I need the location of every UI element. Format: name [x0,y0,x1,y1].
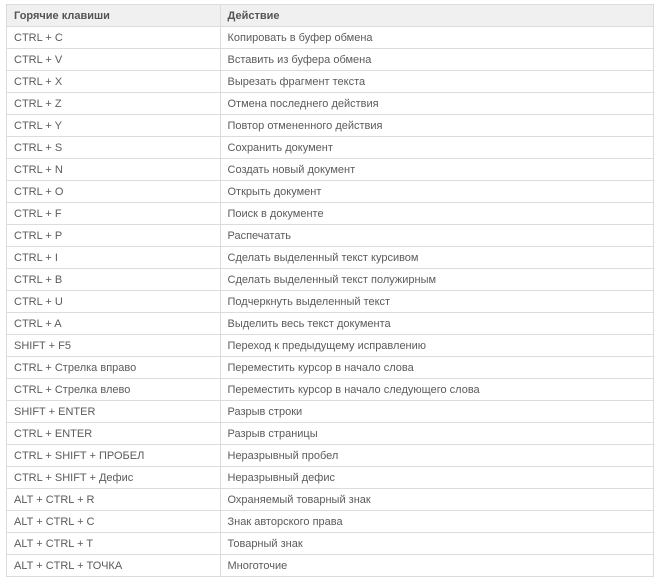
table-row: CTRL + SHIFT + ДефисНеразрывный дефис [7,467,654,489]
action-cell: Разрыв страницы [220,423,654,445]
table-header-row: Горячие клавиши Действие [7,5,654,27]
table-row: CTRL + AВыделить весь текст документа [7,313,654,335]
action-cell: Переход к предыдущему исправлению [220,335,654,357]
hotkey-cell: CTRL + I [7,247,221,269]
hotkey-cell: CTRL + X [7,71,221,93]
table-row: ALT + CTRL + CЗнак авторского права [7,511,654,533]
hotkey-cell: SHIFT + F5 [7,335,221,357]
action-cell: Распечатать [220,225,654,247]
hotkey-cell: CTRL + U [7,291,221,313]
action-cell: Переместить курсор в начало следующего с… [220,379,654,401]
table-row: CTRL + SHIFT + ПРОБЕЛНеразрывный пробел [7,445,654,467]
hotkey-cell: CTRL + N [7,159,221,181]
table-row: CTRL + IСделать выделенный текст курсиво… [7,247,654,269]
hotkey-cell: CTRL + C [7,27,221,49]
hotkey-cell: CTRL + Стрелка влево [7,379,221,401]
action-cell: Вырезать фрагмент текста [220,71,654,93]
table-row: CTRL + SСохранить документ [7,137,654,159]
action-cell: Знак авторского права [220,511,654,533]
hotkey-cell: CTRL + ENTER [7,423,221,445]
table-row: CTRL + PРаспечатать [7,225,654,247]
hotkey-cell: CTRL + F [7,203,221,225]
hotkey-cell: ALT + CTRL + ТОЧКА [7,555,221,577]
action-cell: Поиск в документе [220,203,654,225]
action-cell: Сохранить документ [220,137,654,159]
action-header: Действие [220,5,654,27]
table-row: CTRL + ENTERРазрыв страницы [7,423,654,445]
hotkey-cell: CTRL + S [7,137,221,159]
hotkey-cell: CTRL + P [7,225,221,247]
hotkey-cell: CTRL + Z [7,93,221,115]
action-cell: Вставить из буфера обмена [220,49,654,71]
action-cell: Сделать выделенный текст полужирным [220,269,654,291]
action-cell: Копировать в буфер обмена [220,27,654,49]
hotkey-cell: CTRL + A [7,313,221,335]
table-row: CTRL + XВырезать фрагмент текста [7,71,654,93]
action-cell: Повтор отмененного действия [220,115,654,137]
action-cell: Многоточие [220,555,654,577]
table-row: CTRL + OОткрыть документ [7,181,654,203]
action-cell: Неразрывный пробел [220,445,654,467]
action-cell: Разрыв строки [220,401,654,423]
table-row: ALT + CTRL + ТОЧКАМноготочие [7,555,654,577]
action-cell: Подчеркнуть выделенный текст [220,291,654,313]
table-row: CTRL + NСоздать новый документ [7,159,654,181]
hotkey-cell: ALT + CTRL + C [7,511,221,533]
table-row: ALT + CTRL + RОхраняемый товарный знак [7,489,654,511]
action-cell: Отмена последнего действия [220,93,654,115]
hotkey-cell: CTRL + Стрелка вправо [7,357,221,379]
action-cell: Товарный знак [220,533,654,555]
action-cell: Открыть документ [220,181,654,203]
table-row: CTRL + ZОтмена последнего действия [7,93,654,115]
action-cell: Создать новый документ [220,159,654,181]
table-row: SHIFT + ENTERРазрыв строки [7,401,654,423]
action-cell: Выделить весь текст документа [220,313,654,335]
hotkey-table: Горячие клавиши Действие CTRL + CКопиров… [6,4,654,577]
table-row: CTRL + Стрелка влевоПереместить курсор в… [7,379,654,401]
action-cell: Охраняемый товарный знак [220,489,654,511]
hotkey-cell: ALT + CTRL + T [7,533,221,555]
hotkey-cell: CTRL + O [7,181,221,203]
action-cell: Сделать выделенный текст курсивом [220,247,654,269]
action-cell: Переместить курсор в начало слова [220,357,654,379]
hotkey-cell: SHIFT + ENTER [7,401,221,423]
table-row: CTRL + BСделать выделенный текст полужир… [7,269,654,291]
hotkey-header: Горячие клавиши [7,5,221,27]
table-row: CTRL + YПовтор отмененного действия [7,115,654,137]
table-row: CTRL + Стрелка вправоПереместить курсор … [7,357,654,379]
hotkey-cell: CTRL + Y [7,115,221,137]
table-row: ALT + CTRL + TТоварный знак [7,533,654,555]
table-row: CTRL + UПодчеркнуть выделенный текст [7,291,654,313]
table-row: CTRL + VВставить из буфера обмена [7,49,654,71]
table-row: CTRL + CКопировать в буфер обмена [7,27,654,49]
hotkey-cell: CTRL + SHIFT + Дефис [7,467,221,489]
hotkey-cell: ALT + CTRL + R [7,489,221,511]
table-row: CTRL + FПоиск в документе [7,203,654,225]
table-row: SHIFT + F5Переход к предыдущему исправле… [7,335,654,357]
hotkey-cell: CTRL + V [7,49,221,71]
hotkey-cell: CTRL + SHIFT + ПРОБЕЛ [7,445,221,467]
action-cell: Неразрывный дефис [220,467,654,489]
hotkey-cell: CTRL + B [7,269,221,291]
